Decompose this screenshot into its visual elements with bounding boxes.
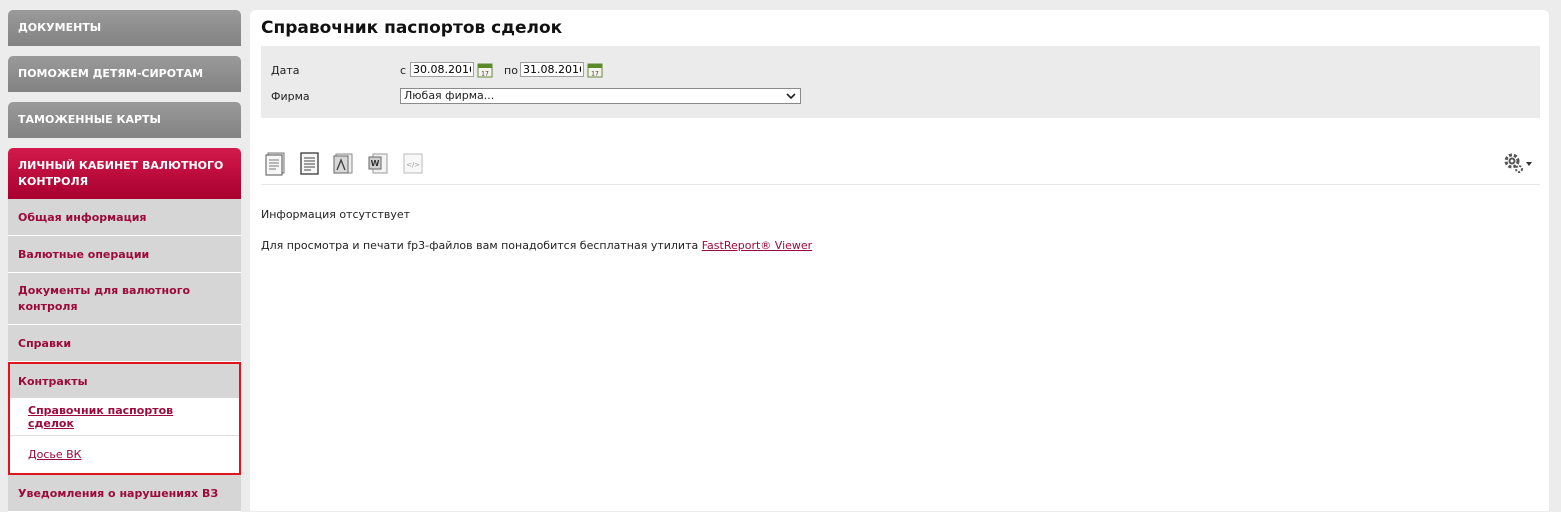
category-customs-cards[interactable]: ТАМОЖЕННЫЕ КАРТЫ — [8, 102, 241, 138]
svg-text:17: 17 — [481, 71, 489, 78]
svg-text:</>: </> — [406, 161, 420, 169]
svg-text:17: 17 — [591, 71, 599, 78]
category-currency-control[interactable]: ЛИЧНЫЙ КАБИНЕТ ВАЛЮТНОГО КОНТРОЛЯ — [8, 148, 241, 199]
calendar-icon[interactable]: 17 — [477, 62, 493, 78]
xml-icon[interactable]: </> — [401, 150, 425, 176]
calendar-icon[interactable]: 17 — [587, 62, 603, 78]
sidebar-item-label: Валютные операции — [18, 247, 150, 261]
sidebar-item-currency-ops[interactable]: Валютные операции — [8, 236, 241, 273]
category-orphans[interactable]: ПОМОЖЕМ ДЕТЯМ-СИРОТАМ — [8, 56, 241, 92]
chevron-down-icon — [786, 93, 796, 100]
filter-panel: Дата с 17 по 17 Фирма Любая фирма... — [261, 46, 1540, 118]
gear-icon[interactable] — [1502, 151, 1534, 175]
empty-info-text: Информация отсутствует — [261, 208, 411, 221]
submenu-link-dossier[interactable]: Досье ВК — [28, 448, 81, 461]
category-documents[interactable]: ДОКУМЕНТЫ — [8, 10, 241, 46]
submenu-item-dossier[interactable]: Досье ВК — [10, 436, 239, 473]
fastreport-viewer-link[interactable]: FastReport® Viewer — [702, 239, 812, 252]
sidebar-item-label: Контракты — [18, 374, 88, 388]
firm-select-value: Любая фирма... — [404, 89, 495, 102]
sidebar-item-references[interactable]: Справки — [8, 325, 241, 362]
sidebar: ДОКУМЕНТЫ ПОМОЖЕМ ДЕТЯМ-СИРОТАМ ТАМОЖЕНН… — [8, 10, 241, 512]
report-icon[interactable] — [298, 150, 322, 176]
contracts-group: Контракты Справочник паспортов сделок До… — [8, 362, 241, 475]
firm-label: Фирма — [271, 90, 310, 103]
main-panel: Справочник паспортов сделок Дата с 17 по… — [250, 10, 1549, 511]
word-icon[interactable]: W — [367, 150, 391, 176]
sidebar-item-notifications[interactable]: Уведомления о нарушениях ВЗ — [8, 475, 241, 512]
svg-text:W: W — [371, 159, 380, 168]
date-from-input[interactable] — [410, 62, 474, 77]
firm-select[interactable]: Любая фирма... — [400, 88, 801, 104]
sidebar-item-label: Общая информация — [18, 210, 147, 224]
date-label: Дата — [271, 64, 300, 77]
export-toolbar: W </> — [261, 148, 1540, 185]
date-to-input[interactable] — [520, 62, 584, 77]
sidebar-item-contracts[interactable]: Контракты — [10, 364, 239, 398]
sidebar-item-documents[interactable]: Документы для валютного контроля — [8, 273, 241, 325]
date-from-label: с — [400, 64, 407, 77]
submenu-link-passports[interactable]: Справочник паспортов сделок — [28, 404, 221, 430]
pdf-icon[interactable] — [332, 150, 356, 176]
currency-control-menu: Общая информация Валютные операции Докум… — [8, 199, 241, 512]
document-icon[interactable] — [264, 150, 288, 176]
sidebar-item-label: Документы для валютного контроля — [18, 283, 190, 313]
page-title: Справочник паспортов сделок — [261, 18, 563, 38]
submenu-item-passports[interactable]: Справочник паспортов сделок — [10, 398, 239, 436]
sidebar-item-label: Уведомления о нарушениях ВЗ — [18, 486, 219, 500]
viewer-note-text: Для просмотра и печати fp3-файлов вам по… — [261, 239, 699, 252]
viewer-note: Для просмотра и печати fp3-файлов вам по… — [261, 239, 812, 252]
sidebar-item-general[interactable]: Общая информация — [8, 199, 241, 236]
date-to-label: по — [504, 64, 518, 77]
sidebar-item-label: Справки — [18, 336, 72, 350]
